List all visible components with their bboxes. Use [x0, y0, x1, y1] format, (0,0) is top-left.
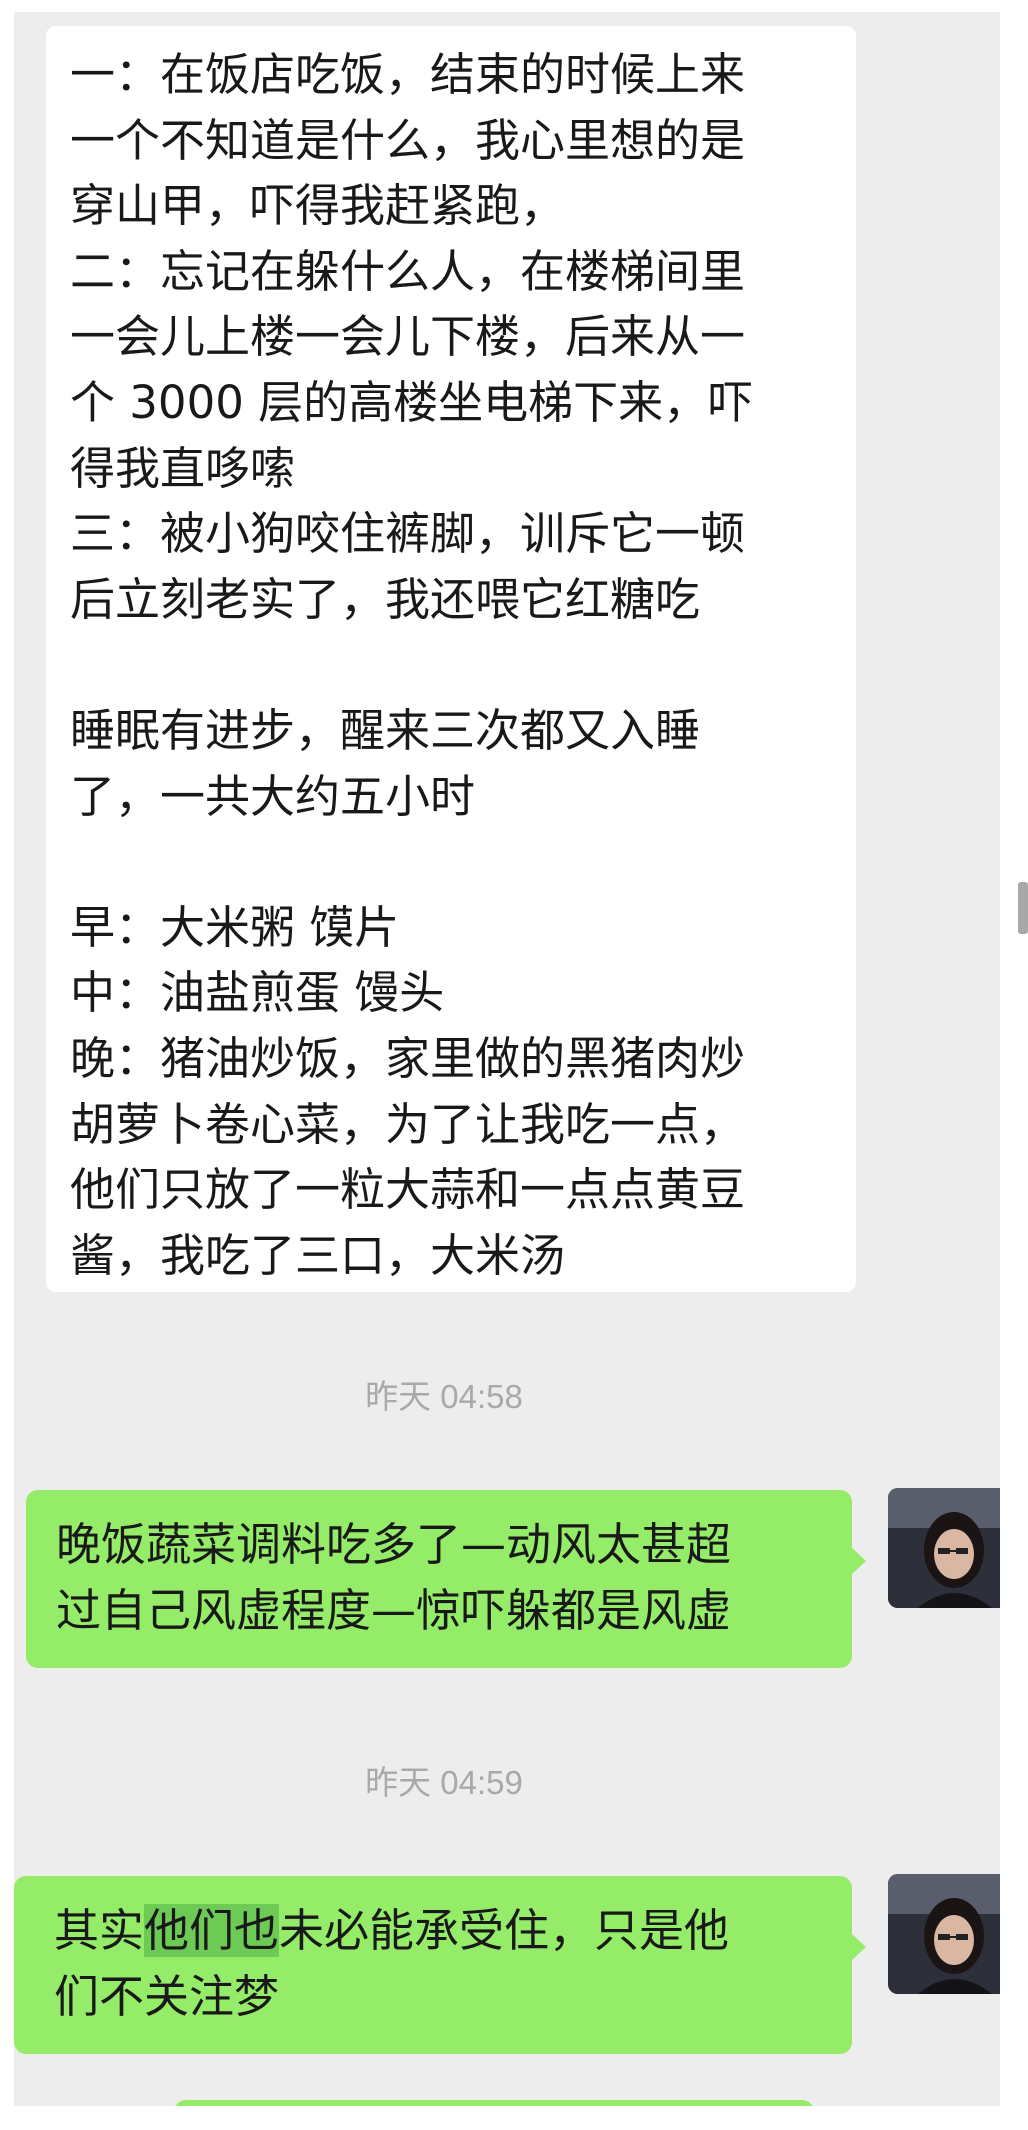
message-line: 酱，我吃了三口，大米汤 — [70, 1228, 566, 1282]
message-line: 穿山甲，吓得我赶紧跑， — [70, 179, 566, 233]
message-line: 了，一共大约五小时 — [70, 769, 476, 823]
avatar-photo-icon — [888, 1874, 1000, 1994]
message-line: 得我直哆嗦 — [70, 441, 296, 495]
message-line: 过自己风虚程度—惊吓躲都是风虚 — [56, 1584, 732, 1637]
message-line: 们不关注梦 — [54, 1970, 280, 2023]
message-timestamp: 昨天 04:58 — [365, 1378, 523, 1415]
message-line: 一：在饭店吃饭，结束的时候上来 — [70, 48, 746, 101]
sent-message-bubble[interactable]: 晚饭蔬菜调料吃多了—动风太甚超 过自己风虚程度—惊吓躲都是风虚 — [26, 1490, 852, 1668]
selected-text[interactable]: 他们也 — [144, 1904, 280, 1957]
chat-area: 一：在饭店吃饭，结束的时候上来 一个不知道是什么，我心里想的是 穿山甲，吓得我赶… — [14, 12, 1000, 2106]
message-line: 一会儿上楼一会儿下楼，后来从一 — [70, 310, 746, 364]
message-line: 二：忘记在躲什么人，在楼梯间里 — [70, 244, 746, 298]
message-line: 后立刻老实了，我还喂它红糖吃 — [70, 572, 701, 626]
text-segment: 其实 — [54, 1904, 145, 1957]
message-line: 三：被小狗咬住裤脚，训斥它一顿 — [70, 507, 746, 561]
message-line: 晚饭蔬菜调料吃多了—动风太甚超 — [56, 1518, 732, 1571]
avatar-photo-icon — [888, 1488, 1000, 1608]
bubble-tail — [852, 1934, 866, 1960]
message-line: 中：油盐煎蛋 馒头 — [70, 966, 445, 1020]
message-line: 晚：猪油炒饭，家里做的黑猪肉炒 — [70, 1031, 746, 1085]
message-line: 早：大米粥 馍片 — [70, 900, 400, 954]
user-avatar[interactable] — [888, 1488, 1000, 1608]
message-line: 他们只放了一粒大蒜和一点点黄豆 — [70, 1163, 746, 1217]
text-segment: 未必能承受住，只是他 — [279, 1904, 730, 1957]
sent-message-bubble[interactable]: 其实他们也未必能承受住，只是他 们不关注梦 — [14, 1876, 852, 2054]
message-line: 睡眠有进步，醒来三次都又入睡 — [70, 703, 701, 757]
message-timestamp: 昨天 04:59 — [365, 1764, 523, 1801]
message-line: 其实他们也未必能承受住，只是他 — [54, 1898, 822, 1964]
received-message-bubble[interactable]: 一：在饭店吃饭，结束的时候上来 一个不知道是什么，我心里想的是 穿山甲，吓得我赶… — [46, 26, 856, 1292]
user-avatar[interactable] — [888, 1874, 1000, 1994]
message-line: 胡萝卜卷心菜，为了让我吃一点， — [70, 1097, 746, 1151]
scrollbar-thumb[interactable] — [1018, 882, 1028, 934]
message-line: 个 3000 层的高楼坐电梯下来，吓 — [70, 375, 754, 429]
sent-message-bubble-partial[interactable] — [174, 2100, 814, 2106]
message-line: 一个不知道是什么，我心里想的是 — [70, 113, 746, 167]
bubble-tail — [852, 1548, 866, 1574]
